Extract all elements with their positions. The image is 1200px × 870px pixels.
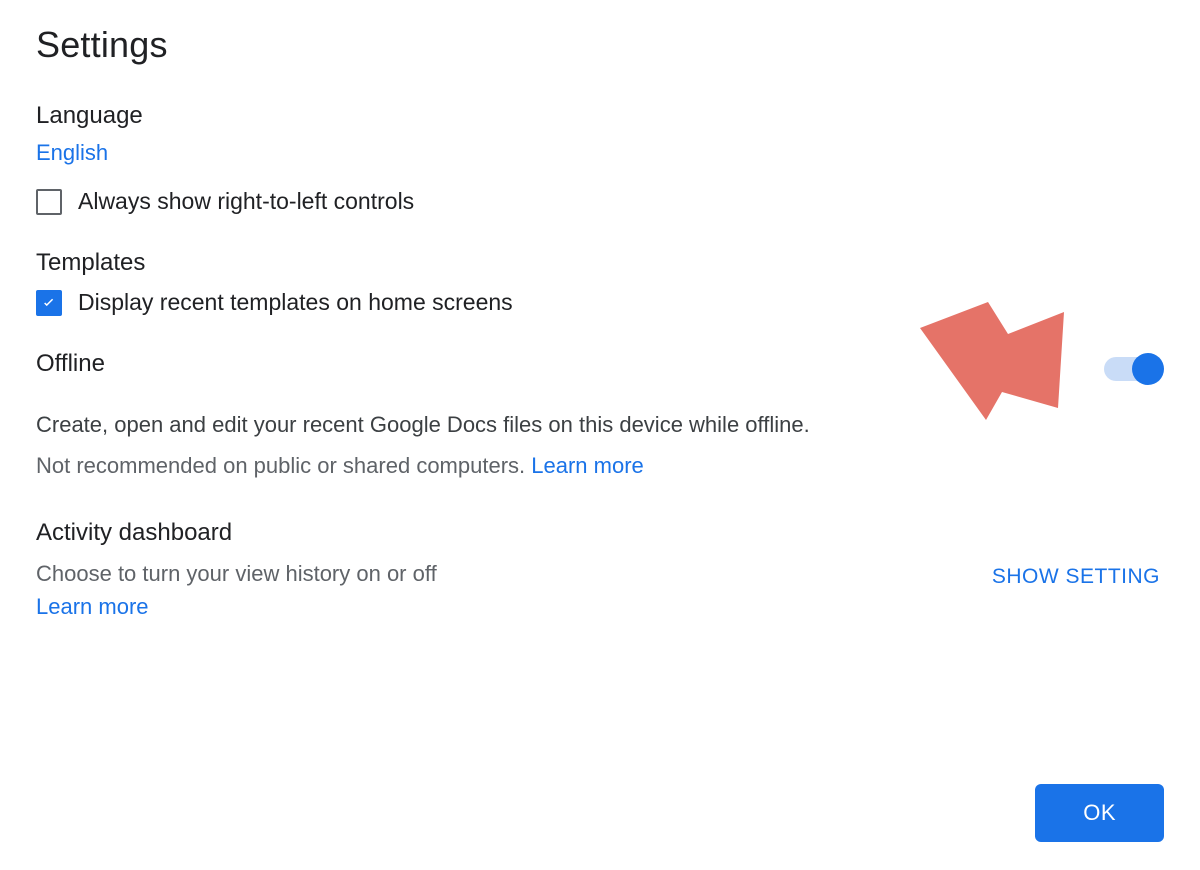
offline-toggle[interactable] (1104, 357, 1160, 381)
rtl-checkbox[interactable] (36, 189, 62, 215)
offline-caution-text: Not recommended on public or shared comp… (36, 453, 531, 478)
check-icon (40, 294, 58, 312)
rtl-checkbox-label: Always show right-to-left controls (78, 188, 414, 215)
offline-heading: Offline (36, 350, 105, 378)
rtl-checkbox-row: Always show right-to-left controls (36, 188, 1164, 215)
templates-checkbox-row: Display recent templates on home screens (36, 289, 1164, 316)
activity-heading: Activity dashboard (36, 519, 1164, 547)
templates-section: Templates Display recent templates on ho… (36, 249, 1164, 316)
language-link[interactable]: English (36, 140, 108, 166)
offline-section: Offline Create, open and edit your recen… (36, 350, 1164, 479)
offline-description: Create, open and edit your recent Google… (36, 408, 1164, 441)
show-setting-button[interactable]: SHOW SETTING (988, 557, 1164, 597)
language-heading: Language (36, 102, 1164, 130)
activity-learn-more-link[interactable]: Learn more (36, 594, 149, 620)
language-section: Language English Always show right-to-le… (36, 102, 1164, 215)
templates-heading: Templates (36, 249, 1164, 277)
offline-learn-more-link[interactable]: Learn more (531, 453, 644, 478)
activity-description: Choose to turn your view history on or o… (36, 557, 437, 590)
toggle-knob (1132, 353, 1164, 385)
offline-caution: Not recommended on public or shared comp… (36, 453, 1164, 479)
display-recent-templates-label: Display recent templates on home screens (78, 289, 513, 316)
display-recent-templates-checkbox[interactable] (36, 290, 62, 316)
ok-button[interactable]: OK (1035, 784, 1164, 842)
activity-section: Activity dashboard Choose to turn your v… (36, 519, 1164, 620)
page-title: Settings (36, 24, 1164, 66)
